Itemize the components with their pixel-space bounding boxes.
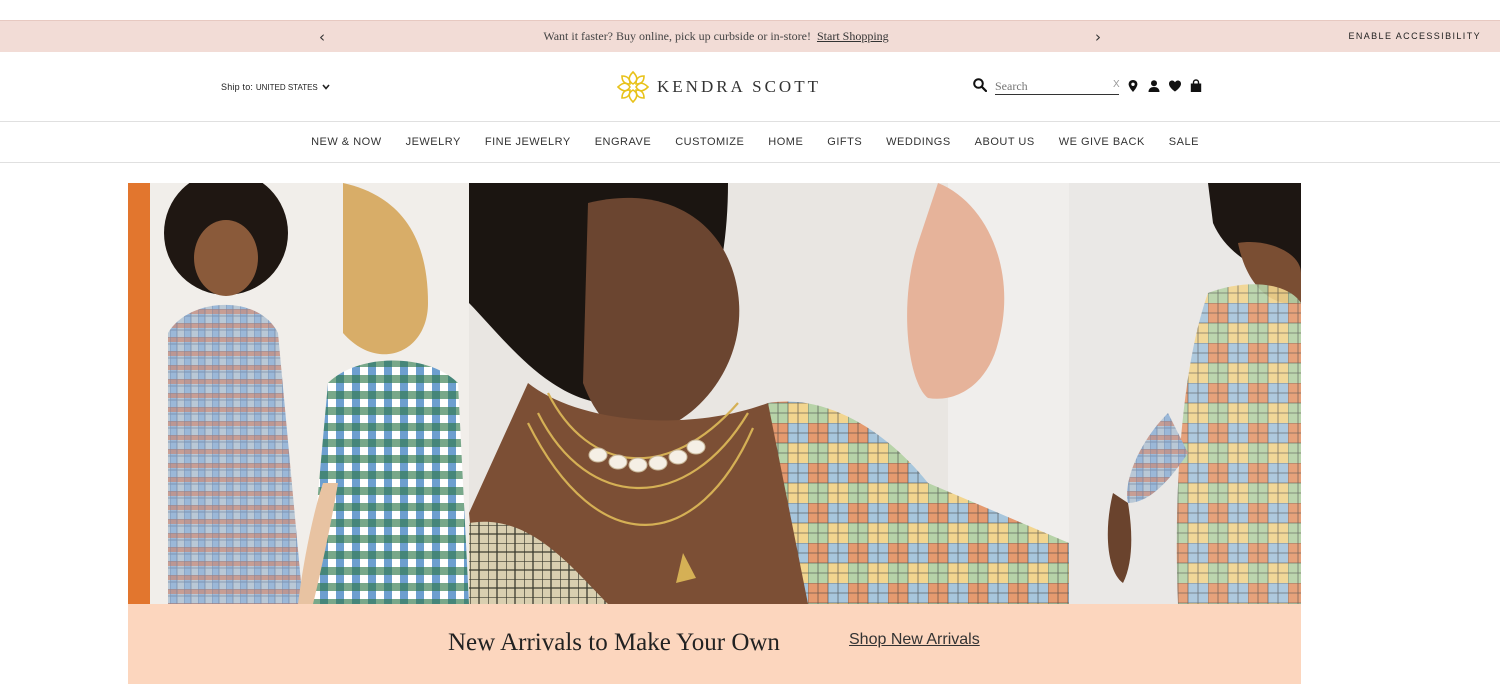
brand-logo[interactable]: KENDRA SCOTT	[615, 69, 821, 105]
hero-photo-collage	[128, 183, 1301, 604]
promo-bar: ‹ Want it faster? Buy online, pick up cu…	[0, 20, 1500, 52]
hero-banner: New Arrivals to Make Your Own Shop New A…	[128, 604, 1301, 684]
brand-name: KENDRA SCOTT	[657, 77, 821, 96]
location-pin-icon[interactable]	[1126, 79, 1140, 93]
main-navigation: NEW & NOW JEWELRY FINE JEWELRY ENGRAVE C…	[0, 123, 1500, 163]
nav-item-fine-jewelry[interactable]: FINE JEWELRY	[485, 136, 571, 148]
search-icon[interactable]	[973, 78, 987, 92]
nav-item-new-and-now[interactable]: NEW & NOW	[311, 136, 382, 148]
ship-to-country: UNITED STATES	[255, 83, 318, 92]
nav-item-customize[interactable]: CUSTOMIZE	[675, 136, 744, 148]
nav-item-we-give-back[interactable]: WE GIVE BACK	[1059, 136, 1145, 148]
heart-icon[interactable]	[1168, 79, 1182, 93]
shopping-bag-icon[interactable]	[1189, 79, 1203, 93]
enable-accessibility-link[interactable]: ENABLE ACCESSIBILITY	[1348, 31, 1481, 41]
nav-item-home[interactable]: HOME	[768, 136, 803, 148]
nav-item-about-us[interactable]: ABOUT US	[975, 136, 1035, 148]
nav-item-sale[interactable]: SALE	[1169, 136, 1199, 148]
search-clear-button[interactable]: X	[1113, 79, 1120, 90]
promo-message: Want it faster? Buy online, pick up curb…	[0, 29, 1432, 44]
header-icons	[1126, 79, 1210, 93]
search-input[interactable]	[995, 78, 1119, 95]
nav-item-weddings[interactable]: WEDDINGS	[886, 136, 951, 148]
kendra-scott-logo-icon	[616, 70, 650, 104]
site-header: Ship to: UNITED STATES KENDRA SCOTT Sear…	[0, 52, 1500, 122]
nav-item-engrave[interactable]: ENGRAVE	[595, 136, 651, 148]
promo-next-arrow-icon[interactable]: ›	[1095, 28, 1101, 46]
ship-to-label: Ship to:	[221, 82, 254, 92]
shop-new-arrivals-link[interactable]: Shop New Arrivals	[849, 631, 980, 649]
account-icon[interactable]	[1147, 79, 1161, 93]
ship-to-selector[interactable]: Ship to: UNITED STATES	[221, 82, 331, 92]
hero-headline: New Arrivals to Make Your Own	[448, 629, 780, 656]
start-shopping-link[interactable]: Start Shopping	[817, 29, 889, 43]
chevron-down-icon	[322, 82, 331, 92]
promo-text: Want it faster? Buy online, pick up curb…	[543, 29, 811, 43]
search-bar: X	[973, 78, 1121, 96]
nav-item-jewelry[interactable]: JEWELRY	[406, 136, 461, 148]
nav-item-gifts[interactable]: GIFTS	[827, 136, 862, 148]
hero-image[interactable]	[128, 183, 1301, 604]
